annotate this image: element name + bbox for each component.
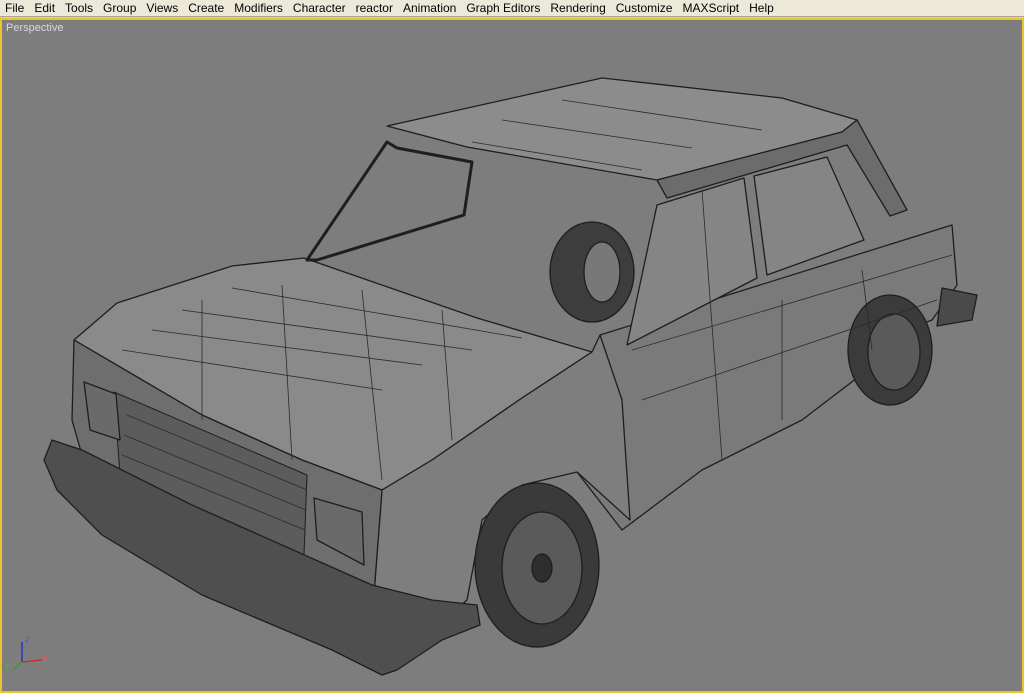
rear-bumper bbox=[936, 287, 978, 327]
menu-animation[interactable]: Animation bbox=[398, 0, 461, 17]
menu-graph-editors[interactable]: Graph Editors bbox=[461, 0, 545, 17]
axis-y-label: y bbox=[5, 660, 10, 670]
axis-gizmo: z x y bbox=[5, 634, 48, 671]
menu-bar: File Edit Tools Group Views Create Modif… bbox=[0, 0, 1024, 17]
axis-z-label: z bbox=[25, 634, 30, 644]
spare-tire bbox=[549, 221, 635, 323]
menu-file[interactable]: File bbox=[0, 0, 29, 17]
menu-rendering[interactable]: Rendering bbox=[545, 0, 610, 17]
car-wireframe-model[interactable]: z x y bbox=[2, 20, 1022, 691]
windshield-frame bbox=[305, 140, 474, 262]
front-wheel bbox=[474, 482, 600, 648]
roof-panel bbox=[386, 77, 858, 181]
axis-y-line bbox=[12, 661, 23, 671]
menu-tools[interactable]: Tools bbox=[60, 0, 98, 17]
menu-views[interactable]: Views bbox=[141, 0, 183, 17]
menu-group[interactable]: Group bbox=[98, 0, 141, 17]
rear-wheel bbox=[847, 294, 933, 406]
axis-x-label: x bbox=[43, 652, 48, 662]
menu-character[interactable]: Character bbox=[288, 0, 351, 17]
menu-create[interactable]: Create bbox=[183, 0, 229, 17]
menu-edit[interactable]: Edit bbox=[29, 0, 60, 17]
menu-maxscript[interactable]: MAXScript bbox=[677, 0, 744, 17]
viewport-active-border: Perspective z x y bbox=[0, 18, 1024, 693]
menu-help[interactable]: Help bbox=[744, 0, 779, 17]
perspective-viewport[interactable]: Perspective z x y bbox=[2, 20, 1022, 691]
menu-modifiers[interactable]: Modifiers bbox=[229, 0, 288, 17]
menu-customize[interactable]: Customize bbox=[611, 0, 678, 17]
menu-reactor[interactable]: reactor bbox=[351, 0, 398, 17]
axis-x-line bbox=[21, 659, 43, 663]
